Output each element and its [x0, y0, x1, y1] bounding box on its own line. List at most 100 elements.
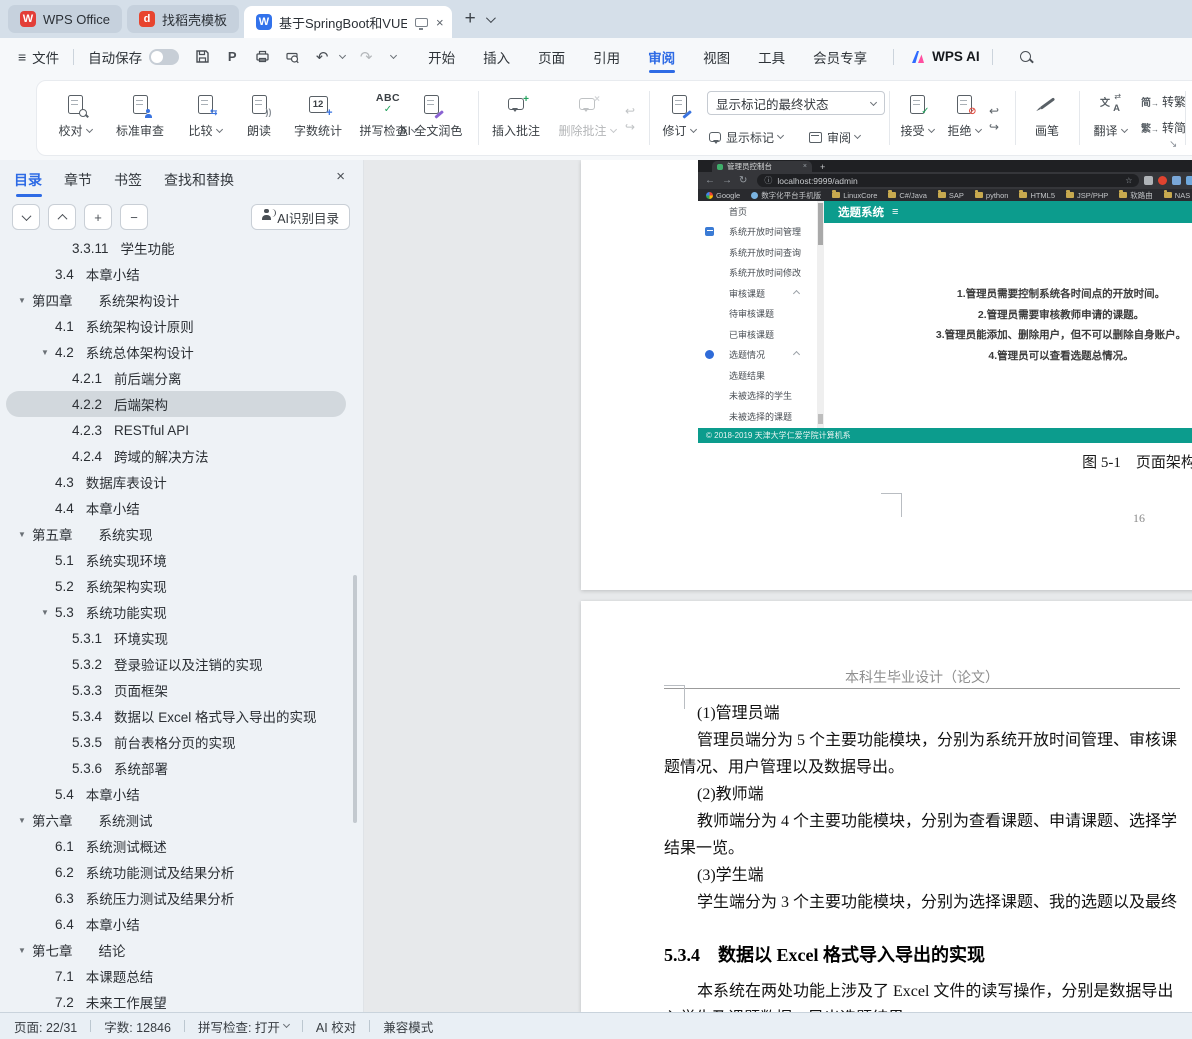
proofread-button[interactable]: 校对 — [47, 87, 103, 149]
redo-button[interactable]: ↷ — [353, 45, 379, 69]
read-aloud-button[interactable]: )) 朗读 — [235, 87, 283, 149]
ink-pen-button[interactable]: 画笔 — [1023, 87, 1071, 149]
tab-list-chevron-icon[interactable] — [486, 13, 496, 23]
toc-expand-arrow-icon[interactable]: ▼ — [18, 946, 32, 955]
toc-item[interactable]: ▼ 5.3 系统功能实现 — [6, 599, 346, 625]
toc-expand-arrow-icon[interactable]: ▼ — [18, 530, 32, 539]
pane-tab[interactable]: 目录 — [14, 170, 42, 197]
autosave-toggle[interactable] — [149, 49, 179, 65]
toc-item[interactable]: ▼ 5.4 本章小结 — [6, 781, 346, 807]
close-document-icon[interactable]: × — [436, 15, 444, 30]
toc-item[interactable]: ▼ 4.2.1 前后端分离 — [6, 365, 346, 391]
file-menu-button[interactable]: ≡ 文件 — [10, 38, 67, 75]
menu-tab[interactable]: 会员专享 — [799, 38, 881, 75]
previous-comment-icon[interactable]: ↩ — [625, 105, 635, 117]
toc-item[interactable]: ▼ 3.4 本章小结 — [6, 261, 346, 287]
toc-item[interactable]: ▼ 5.3.4 数据以 Excel 格式导入导出的实现 — [6, 703, 346, 729]
autosave-control[interactable]: 自动保存 — [80, 38, 187, 75]
status-page-indicator[interactable]: 页面: 22/31 — [14, 1017, 77, 1036]
menu-tab[interactable]: 审阅 — [634, 38, 689, 75]
toc-item[interactable]: ▼ 5.3.6 系统部署 — [6, 755, 346, 781]
compare-button[interactable]: ⇆ 比较 — [177, 87, 233, 149]
menu-tab[interactable]: 页面 — [524, 38, 579, 75]
standard-review-button[interactable]: 标准审查 — [105, 87, 175, 149]
toc-item[interactable]: ▼ 4.3 数据库表设计 — [6, 469, 346, 495]
print-button[interactable] — [249, 45, 275, 69]
close-pane-icon[interactable]: × — [336, 168, 345, 185]
toc-expand-arrow-icon[interactable]: ▼ — [41, 348, 55, 357]
menu-tab[interactable]: 视图 — [689, 38, 744, 75]
pane-tab[interactable]: 查找和替换 — [164, 170, 234, 197]
toc-item[interactable]: ▼ 6.2 系统功能测试及结果分析 — [6, 859, 346, 885]
undo-dropdown-chevron-icon[interactable] — [339, 52, 346, 59]
save-button[interactable] — [189, 45, 215, 69]
toc-item[interactable]: ▼ 4.2.2 后端架构 — [6, 391, 346, 417]
status-compatibility-mode[interactable]: 兼容模式 — [383, 1017, 433, 1036]
new-tab-button[interactable]: + — [465, 8, 476, 30]
toc-item[interactable]: ▼ 第六章 系统测试 — [6, 807, 346, 833]
search-button[interactable] — [1013, 45, 1039, 69]
tab-current-document[interactable]: W 基于SpringBoot和VUE的学生 × — [244, 6, 452, 38]
tab-wps-home[interactable]: W WPS Office — [8, 5, 122, 33]
toc-item[interactable]: ▼ 7.2 未来工作展望 — [6, 989, 346, 1012]
menu-tab[interactable]: 引用 — [579, 38, 634, 75]
previous-change-icon[interactable]: ↩ — [989, 105, 999, 117]
toc-expand-arrow-icon[interactable]: ▼ — [18, 816, 32, 825]
toc-item[interactable]: ▼ 6.3 系统压力测试及结果分析 — [6, 885, 346, 911]
toc-item[interactable]: ▼ 5.3.3 页面框架 — [6, 677, 346, 703]
toc-expand-arrow-icon[interactable]: ▼ — [41, 608, 55, 617]
toc-expand-arrow-icon[interactable]: ▼ — [18, 296, 32, 305]
toc-item[interactable]: ▼ 第七章 结论 — [6, 937, 346, 963]
zoom-in-button[interactable]: + — [84, 204, 112, 230]
track-changes-button[interactable]: 修订 — [655, 87, 703, 149]
menu-tab[interactable]: 开始 — [414, 38, 469, 75]
status-ai-proofread[interactable]: AI 校对 — [316, 1017, 356, 1036]
collapse-all-button[interactable] — [48, 204, 76, 230]
markup-state-dropdown[interactable]: 显示标记的最终状态 — [707, 91, 885, 115]
traditional-to-simplified-button[interactable]: 繁→ 转简 — [1141, 119, 1186, 136]
status-spell-check[interactable]: 拼写检查: 打开 — [198, 1017, 289, 1036]
export-pdf-button[interactable]: P — [219, 45, 245, 69]
reject-change-button[interactable]: ⊘ 拒绝 — [941, 87, 987, 149]
zoom-out-button[interactable]: − — [120, 204, 148, 230]
expand-all-button[interactable] — [12, 204, 40, 230]
undo-button[interactable]: ↶ — [309, 45, 335, 69]
toc-scrollbar[interactable] — [353, 575, 357, 823]
translate-button[interactable]: ⇄ 翻译 — [1085, 87, 1135, 149]
delete-comment-button[interactable]: × 删除批注 — [551, 87, 623, 149]
toc-item[interactable]: ▼ 7.1 本课题总结 — [6, 963, 346, 989]
simplified-to-traditional-button[interactable]: 简→ 转繁 — [1141, 93, 1186, 110]
toc-item[interactable]: ▼ 4.2 系统总体架构设计 — [6, 339, 346, 365]
toc-item[interactable]: ▼ 第五章 系统实现 — [6, 521, 346, 547]
ai-polish-button[interactable]: AI 全文润色 — [389, 87, 473, 149]
toc-item[interactable]: ▼ 5.1 系统实现环境 — [6, 547, 346, 573]
show-markup-button[interactable]: 显示标记 — [709, 125, 783, 149]
wps-ai-button[interactable]: WPS AI — [910, 49, 980, 64]
ai-recognize-toc-button[interactable]: AI识别目录 — [251, 204, 350, 230]
toc-item[interactable]: ▼ 6.1 系统测试概述 — [6, 833, 346, 859]
toc-item[interactable]: ▼ 6.4 本章小结 — [6, 911, 346, 937]
toc-item[interactable]: ▼ 5.3.2 登录验证以及注销的实现 — [6, 651, 346, 677]
tab-docer-templates[interactable]: d 找稻壳模板 — [127, 5, 239, 33]
word-count-button[interactable]: 12 字数统计 — [285, 87, 351, 149]
toc-item[interactable]: ▼ 5.3.5 前台表格分页的实现 — [6, 729, 346, 755]
pane-tab[interactable]: 书签 — [114, 170, 142, 197]
next-change-icon[interactable]: ↪ — [989, 121, 999, 133]
print-preview-button[interactable] — [279, 45, 305, 69]
toc-item[interactable]: ▼ 4.2.3 RESTful API — [6, 417, 346, 443]
toc-item[interactable]: ▼ 4.4 本章小结 — [6, 495, 346, 521]
toolbar-more-chevron-icon[interactable] — [390, 52, 397, 59]
toc-item[interactable]: ▼ 第四章 系统架构设计 — [6, 287, 346, 313]
toc-item[interactable]: ▼ 4.2.4 跨域的解决方法 — [6, 443, 346, 469]
body-text[interactable]: (1)管理员端管理员端分为 5 个主要功能模块，分别为系统开放时间管理、审核课题… — [664, 700, 1180, 1012]
toc-item[interactable]: ▼ 3.3.11 学生功能 — [6, 235, 346, 261]
toc-item[interactable]: ▼ 4.1 系统架构设计原则 — [6, 313, 346, 339]
toc-item[interactable]: ▼ 5.3.1 环境实现 — [6, 625, 346, 651]
accept-change-button[interactable]: ✓ 接受 — [895, 87, 939, 149]
pane-tab[interactable]: 章节 — [64, 170, 92, 197]
dialog-launcher-icon[interactable]: ↘ — [1169, 139, 1177, 150]
document-canvas[interactable]: 管理员控制台 × + ← → ↻ ⓘ localhost:9999/admin … — [363, 160, 1192, 1012]
toc-item[interactable]: ▼ 5.2 系统架构实现 — [6, 573, 346, 599]
reviewing-pane-button[interactable]: 审阅 — [809, 125, 860, 149]
menu-tab[interactable]: 插入 — [469, 38, 524, 75]
